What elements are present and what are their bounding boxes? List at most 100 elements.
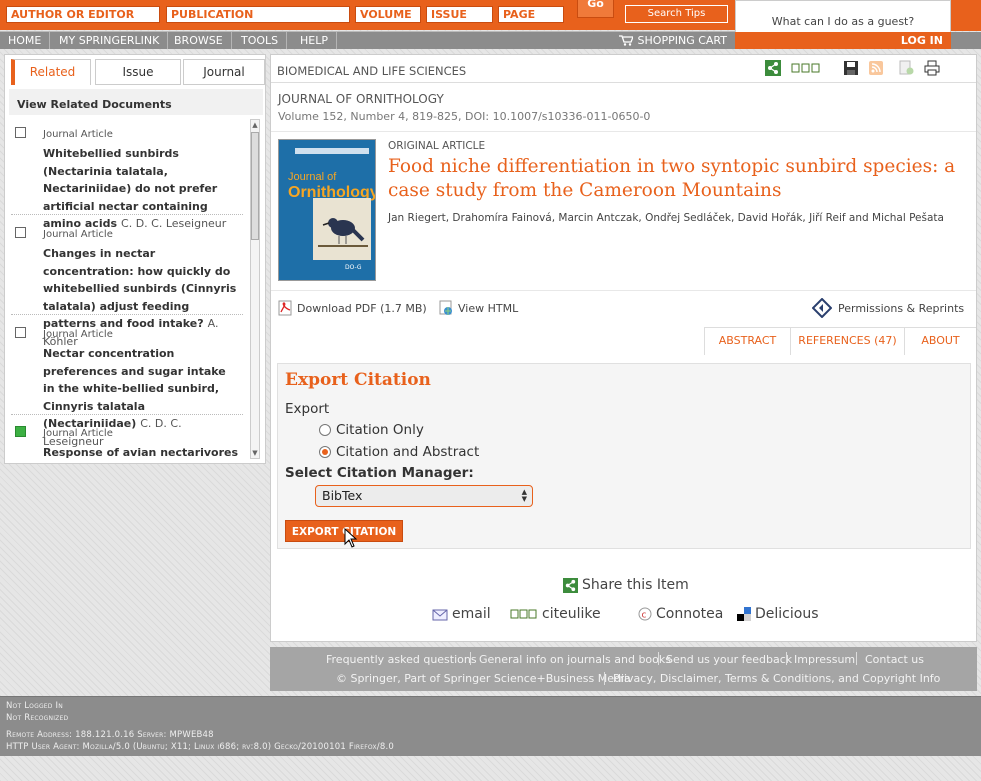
search-tips-button[interactable]: Search Tips (625, 5, 728, 23)
footer-separator (604, 672, 605, 685)
rss-icon[interactable] (868, 60, 884, 76)
footer-separator (856, 652, 857, 665)
alert-icon[interactable] (898, 60, 914, 76)
citeulike-icon (510, 609, 537, 619)
select-checkbox[interactable] (15, 127, 26, 138)
doc-type: Journal Article (43, 428, 113, 439)
search-bar: AUTHOR OR EDITOR PUBLICATION VOLUME ISSU… (0, 0, 735, 30)
view-html-label[interactable]: View HTML (458, 302, 518, 315)
tab-references[interactable]: REFERENCES (47) (790, 327, 904, 355)
tab-abstract[interactable]: ABSTRACT (704, 327, 790, 355)
doc-title-text[interactable]: Response of avian nectarivores to the (43, 446, 238, 459)
view-html-link[interactable]: View HTML (439, 300, 518, 316)
footer-separator (786, 652, 787, 665)
share-delicious[interactable]: Delicious (737, 606, 819, 622)
citation-manager-label: Select Citation Manager: (285, 465, 474, 481)
citeulike-icon[interactable] (791, 60, 821, 76)
nav-home[interactable]: HOME (0, 32, 51, 49)
download-pdf-link[interactable]: Download PDF (1.7 MB) (278, 300, 427, 316)
html-icon (439, 300, 452, 315)
export-citation-panel: Export Citation Export Citation Only Cit… (277, 363, 971, 549)
header-corner (951, 0, 981, 31)
volume-info: Volume 152, Number 4, 819-825, DOI: 10.1… (278, 110, 651, 123)
scroll-down-icon[interactable]: ▼ (251, 449, 259, 457)
doc-type: Journal Article (43, 329, 113, 340)
related-list[interactable]: Journal Article Whitebellied sunbirds (N… (11, 119, 249, 459)
breadcrumb-bar: BIOMEDICAL AND LIFE SCIENCES (271, 55, 976, 83)
citation-manager-select[interactable]: BibTex ▲ ▼ (315, 485, 533, 507)
guest-prompt[interactable]: What can I do as a guest? (736, 15, 950, 28)
save-icon[interactable] (843, 60, 859, 76)
article-authors[interactable]: Jan Riegert, Drahomíra Fainová, Marcin A… (388, 212, 973, 224)
citation-only-radio[interactable]: Citation Only (319, 422, 424, 438)
nav-browse[interactable]: BROWSE (166, 32, 232, 49)
tab-journal[interactable]: Journal (183, 59, 265, 85)
citation-manager-value[interactable]: BibTex (322, 488, 362, 503)
select-checkbox[interactable] (15, 426, 26, 437)
login-button[interactable]: LOG IN (735, 32, 951, 49)
nav-tools[interactable]: TOOLS (233, 32, 288, 49)
share-email-label[interactable]: email (452, 606, 491, 622)
share-citeulike-label[interactable]: citeulike (542, 606, 601, 622)
go-button[interactable]: Go (577, 0, 614, 18)
footer-contact-link[interactable]: Contact us (865, 653, 924, 666)
footer-separator (470, 652, 471, 665)
journal-cover-image[interactable]: Journal of Ornithology DO-G (278, 139, 376, 281)
related-scrollbar[interactable]: ▲ ▼ (250, 119, 260, 459)
permissions-label[interactable]: Permissions & Reprints (838, 302, 964, 315)
tab-issue[interactable]: Issue (95, 59, 181, 85)
share-connotea[interactable]: c Connotea (638, 606, 723, 622)
permissions-link[interactable]: Permissions & Reprints (812, 298, 964, 318)
volume-field[interactable]: VOLUME (355, 6, 421, 23)
cover-title-top: Journal of (288, 171, 337, 183)
publication-field[interactable]: PUBLICATION (166, 6, 350, 23)
list-item[interactable]: Journal Article Changes in nectar concen… (11, 219, 243, 348)
breadcrumb[interactable]: BIOMEDICAL AND LIFE SCIENCES (277, 64, 466, 78)
list-item[interactable]: Journal Article Whitebellied sunbirds (N… (11, 119, 243, 230)
scroll-up-icon[interactable]: ▲ (251, 121, 259, 129)
citation-abstract-label[interactable]: Citation and Abstract (336, 444, 479, 460)
mouse-cursor-icon (344, 528, 358, 548)
guest-help-box[interactable]: What can I do as a guest? (735, 0, 951, 33)
nav-my-springerlink[interactable]: MY SPRINGERLINK (51, 32, 169, 49)
journal-name[interactable]: JOURNAL OF ORNITHOLOGY (278, 92, 444, 106)
radio-circle-selected[interactable] (319, 446, 331, 458)
footer-feedback-link[interactable]: Send us your feedback (666, 653, 792, 666)
share-connotea-label[interactable]: Connotea (656, 606, 723, 622)
shopping-cart-link[interactable]: SHOPPING CART (618, 32, 727, 49)
article-panel: BIOMEDICAL AND LIFE SCIENCES JOURNAL OF … (270, 54, 977, 642)
list-item[interactable]: Journal Article Nectar concentration pre… (11, 319, 243, 448)
connotea-icon: c (638, 607, 652, 621)
select-checkbox[interactable] (15, 327, 26, 338)
page-field[interactable]: PAGE (498, 6, 564, 23)
list-item[interactable]: Journal Article Response of avian nectar… (11, 418, 243, 459)
nav-help[interactable]: HELP (292, 32, 337, 49)
issue-field[interactable]: ISSUE (426, 6, 493, 23)
related-sidebar: Related Issue Journal View Related Docum… (4, 54, 266, 464)
email-icon (432, 609, 448, 620)
doc-title[interactable]: Response of avian nectarivores to the (43, 444, 239, 459)
share-icon[interactable] (765, 60, 781, 76)
share-delicious-label[interactable]: Delicious (755, 606, 819, 622)
footer-faq-link[interactable]: Frequently asked questions (326, 653, 477, 666)
share-icon (563, 577, 578, 593)
scroll-thumb[interactable] (251, 132, 259, 240)
tab-about[interactable]: ABOUT (904, 327, 976, 355)
author-editor-field[interactable]: AUTHOR OR EDITOR (6, 6, 160, 23)
svg-text:c: c (642, 611, 647, 621)
download-pdf-label[interactable]: Download PDF (1.7 MB) (297, 302, 427, 315)
footer-privacy-link[interactable]: Privacy, Disclaimer, Terms & Conditions,… (613, 672, 940, 685)
pdf-icon (278, 300, 292, 316)
share-email[interactable]: email (432, 606, 491, 622)
footer-impressum-link[interactable]: Impressum (794, 653, 855, 666)
radio-circle[interactable] (319, 424, 331, 436)
citation-abstract-radio[interactable]: Citation and Abstract (319, 444, 479, 460)
print-icon[interactable] (924, 60, 940, 76)
share-citeulike[interactable]: citeulike (510, 606, 601, 622)
select-checkbox[interactable] (15, 227, 26, 238)
doc-type: Journal Article (43, 129, 113, 140)
cover-badge: DO-G (345, 264, 362, 271)
citation-only-label[interactable]: Citation Only (336, 422, 424, 438)
tab-related[interactable]: Related (11, 59, 91, 85)
footer-general-info-link[interactable]: General info on journals and books (479, 653, 671, 666)
